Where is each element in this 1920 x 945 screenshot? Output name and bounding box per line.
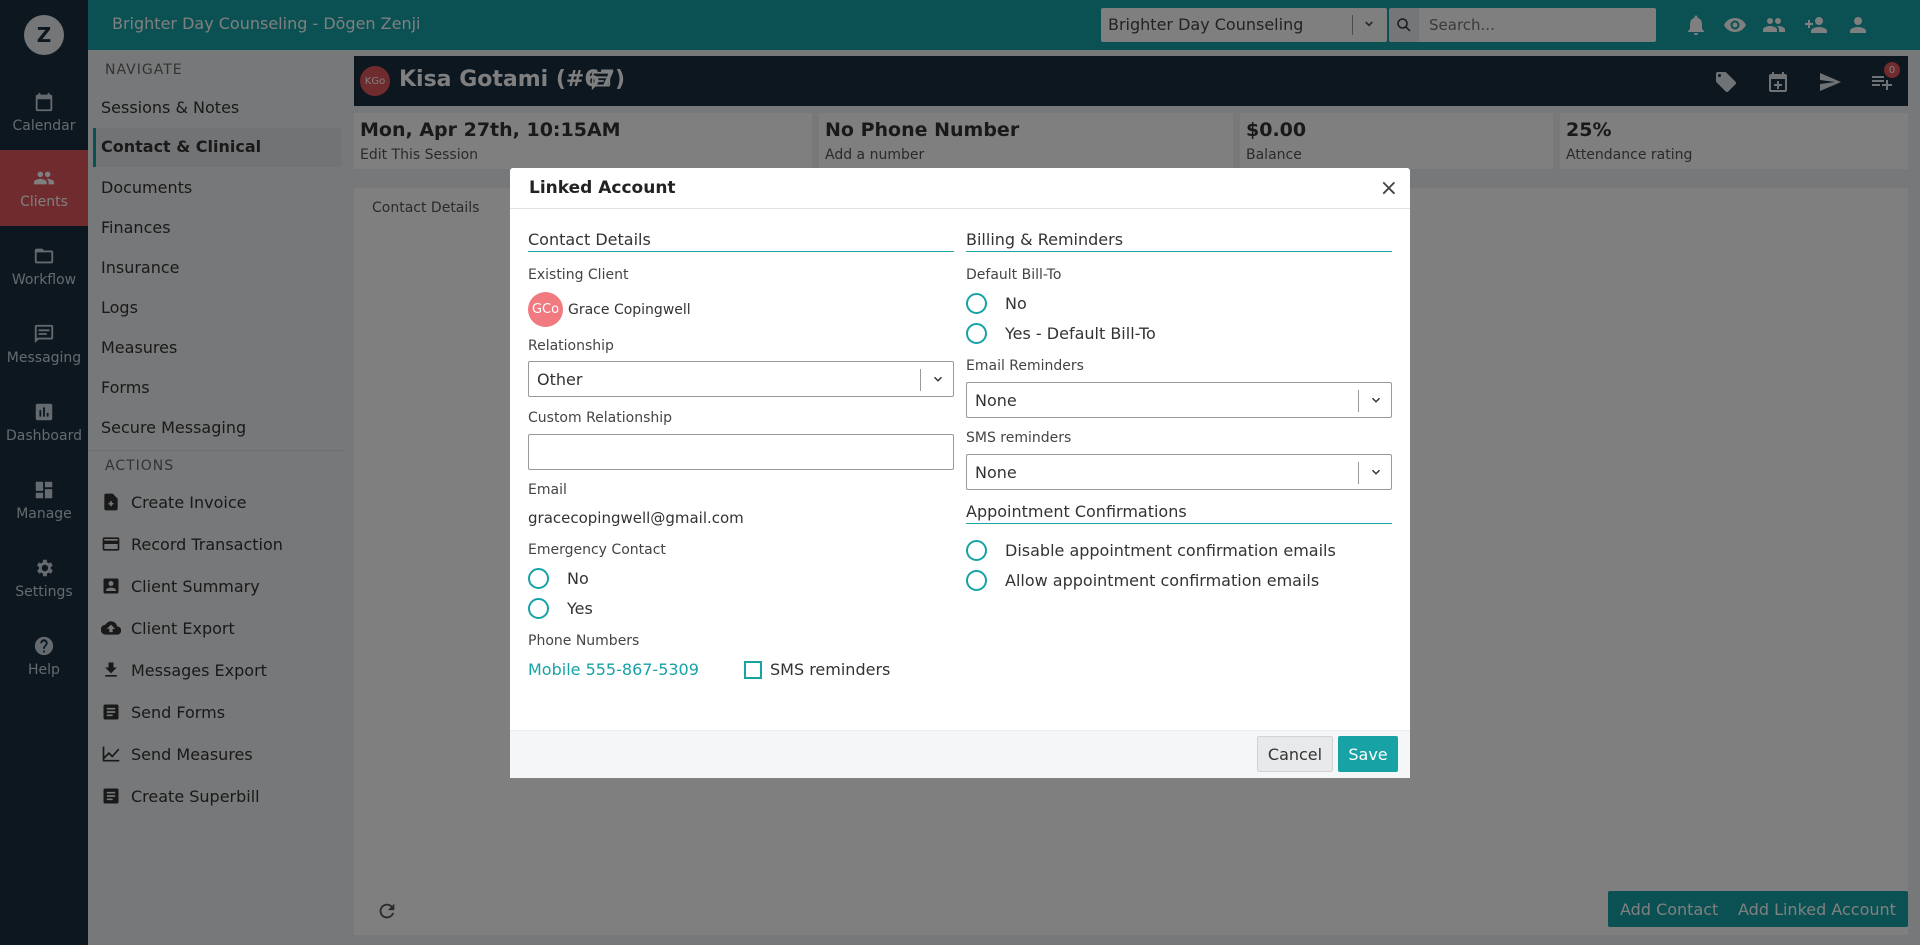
chevron-down-icon — [1371, 397, 1381, 403]
checkbox[interactable] — [744, 660, 762, 679]
sms-reminders-value: None — [975, 463, 1017, 482]
bill-to-yes-option[interactable]: Yes - Default Bill-To — [966, 323, 1156, 344]
existing-client-label: Existing Client — [528, 267, 629, 283]
custom-relationship-label: Custom Relationship — [528, 410, 673, 426]
avatar: GCo — [528, 292, 563, 327]
relationship-label: Relationship — [528, 338, 614, 354]
modal-title: Linked Account — [529, 178, 676, 198]
save-button[interactable]: Save — [1338, 736, 1398, 772]
emergency-contact-label: Emergency Contact — [528, 542, 666, 558]
email-reminders-select[interactable]: None — [966, 382, 1392, 418]
existing-client: GCo Grace Copingwell — [528, 292, 691, 327]
relationship-select[interactable]: Other — [528, 361, 954, 397]
custom-relationship-input[interactable] — [528, 434, 954, 470]
sms-reminders-label: SMS reminders — [966, 430, 1072, 446]
phone-link[interactable]: Mobile 555-867-5309 — [528, 660, 699, 679]
existing-client-name: Grace Copingwell — [568, 301, 691, 318]
section-appointment-confirmations: Appointment Confirmations — [966, 502, 1392, 524]
emergency-no-option[interactable]: No — [528, 568, 589, 589]
modal-divider — [510, 208, 1410, 209]
default-bill-to-label: Default Bill-To — [966, 267, 1062, 283]
sms-reminders-select[interactable]: None — [966, 454, 1392, 490]
linked-account-modal: Linked Account × Contact Details Existin… — [510, 168, 1410, 778]
sms-reminders-checkbox[interactable]: SMS reminders — [744, 660, 890, 679]
chevron-down-icon — [933, 376, 943, 382]
email-label: Email — [528, 482, 567, 498]
emergency-yes-option[interactable]: Yes — [528, 598, 593, 619]
relationship-value: Other — [537, 370, 583, 389]
chevron-down-icon — [1371, 469, 1381, 475]
cancel-button[interactable]: Cancel — [1257, 736, 1333, 772]
bill-to-no-option[interactable]: No — [966, 293, 1027, 314]
radio-button[interactable] — [966, 540, 987, 561]
radio-button[interactable] — [528, 598, 549, 619]
section-contact-details: Contact Details — [528, 230, 954, 252]
radio-button[interactable] — [966, 323, 987, 344]
radio-button[interactable] — [966, 293, 987, 314]
confirm-allow-option[interactable]: Allow appointment confirmation emails — [966, 570, 1319, 591]
close-icon[interactable]: × — [1380, 178, 1398, 200]
email-reminders-value: None — [975, 391, 1017, 410]
email-value: gracecopingwell@gmail.com — [528, 509, 744, 527]
radio-button[interactable] — [966, 570, 987, 591]
email-reminders-label: Email Reminders — [966, 358, 1084, 374]
radio-button[interactable] — [528, 568, 549, 589]
phone-numbers-label: Phone Numbers — [528, 633, 640, 649]
section-billing-reminders: Billing & Reminders — [966, 230, 1392, 252]
confirm-disable-option[interactable]: Disable appointment confirmation emails — [966, 540, 1336, 561]
